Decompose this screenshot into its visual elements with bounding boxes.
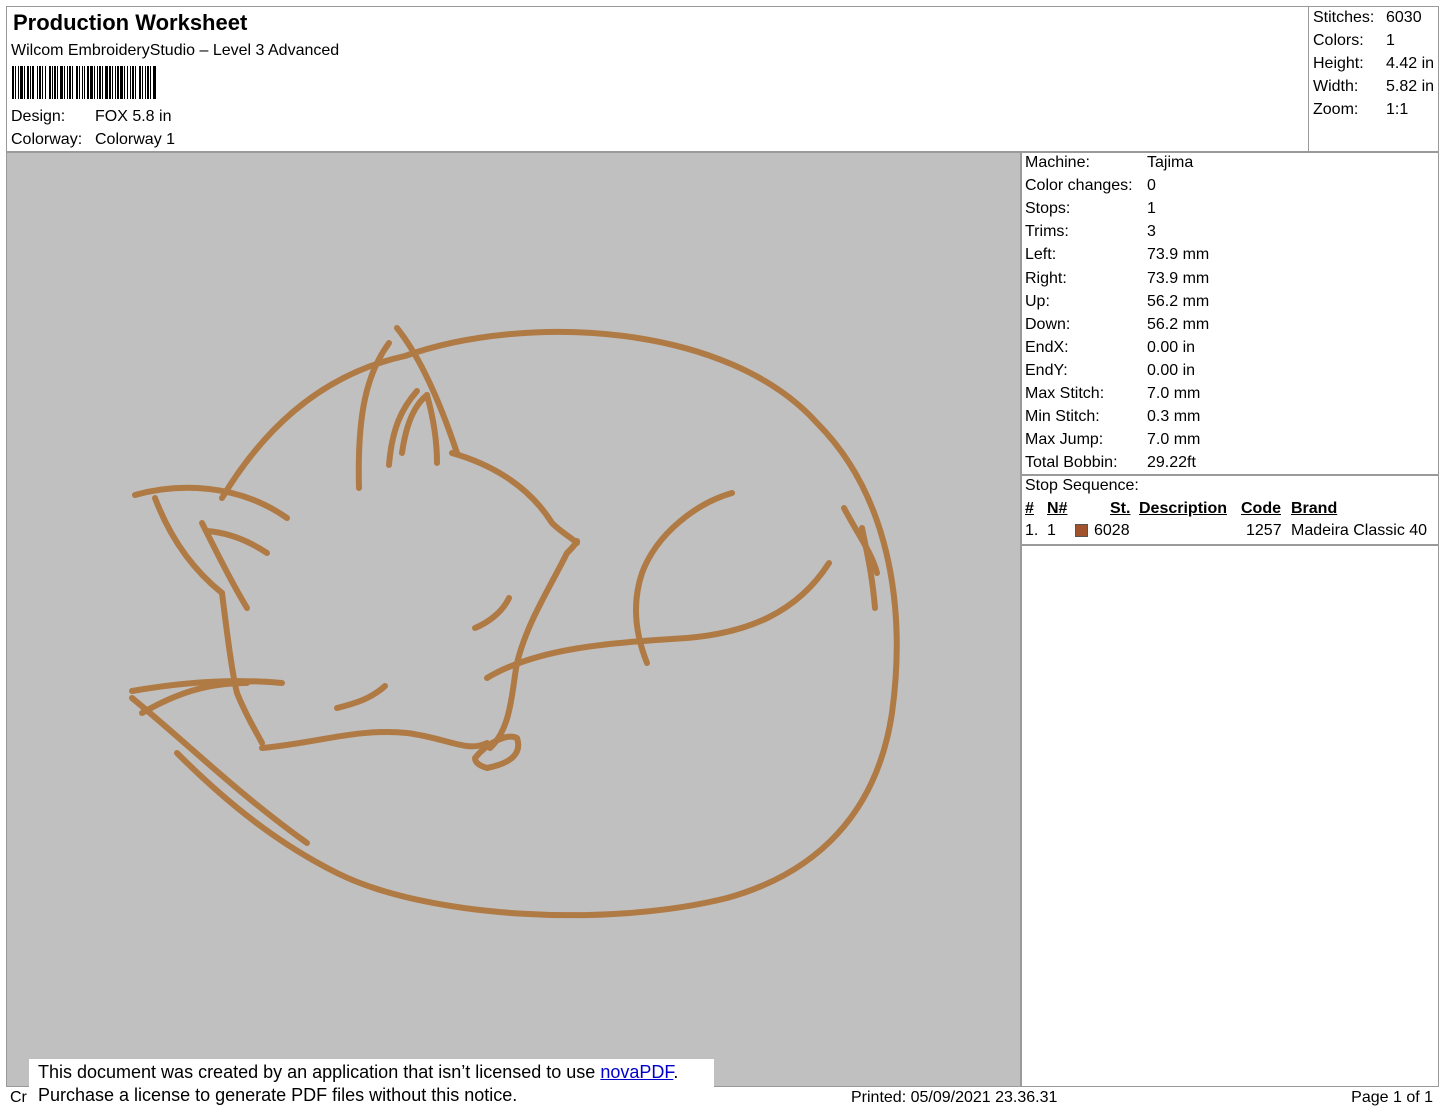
col-header-description: Description (1139, 500, 1228, 517)
stat-label: Total Bobbin: (1025, 454, 1118, 472)
footer-printed-date: Printed: 05/09/2021 23.36.31 (851, 1089, 1058, 1106)
stat-value: 7.0 mm (1147, 385, 1201, 402)
stop-row-st: 6028 (1094, 522, 1130, 539)
col-header-n: N# (1047, 500, 1068, 517)
stat-value: 29.22ft (1147, 454, 1196, 472)
stat-value: 0.00 in (1147, 338, 1196, 356)
footer-created: Cr (10, 1089, 27, 1106)
stat-label: Trims: (1025, 223, 1069, 241)
stat-value: 3 (1147, 223, 1156, 241)
col-header-code: Code (1241, 500, 1281, 517)
col-header-brand: Brand (1291, 500, 1338, 517)
col-header-st: St. (1110, 500, 1131, 517)
stat-label: EndX: (1025, 338, 1069, 356)
colorway-label: Colorway: (11, 131, 83, 148)
stop-row-brand: Madeira Classic 40 (1291, 522, 1428, 539)
license-notice: This document was created by an applicat… (29, 1059, 714, 1111)
barcode (12, 66, 156, 99)
page-title: Production Worksheet (13, 10, 248, 35)
stat-label: Machine: (1025, 154, 1090, 171)
stop-sequence: Stop Sequence: # N# St. Description Code… (1021, 475, 1439, 545)
stop-row-num: 1. (1025, 522, 1039, 539)
fox-embroidery-design (129, 325, 900, 919)
stat-label: Stops: (1025, 200, 1071, 218)
stat-label: EndY: (1025, 361, 1068, 379)
stat-value: 0.3 mm (1147, 408, 1201, 426)
design-value: FOX 5.8 in (95, 108, 172, 125)
stat-label: Min Stitch: (1025, 408, 1100, 426)
stat-label: Color changes: (1025, 177, 1133, 195)
stat-value: Tajima (1147, 154, 1194, 171)
stat-value: 56.2 mm (1147, 292, 1210, 310)
col-header-num: # (1025, 500, 1034, 517)
worksheet-header: Production Worksheet Wilcom EmbroiderySt… (6, 6, 1440, 153)
stat-value: 7.0 mm (1147, 431, 1201, 449)
colorway-value: Colorway 1 (95, 131, 176, 148)
stop-row-n: 1 (1047, 522, 1056, 539)
empty-panel (1021, 545, 1439, 1087)
machine-stats: Machine: Tajima Color changes: 0 Stops: 1 Trim… (1021, 152, 1439, 475)
design-summary: Stitches: 6030 Colors: 1 Height: 4.42 in… (1308, 7, 1440, 153)
stat-value: 73.9 mm (1147, 269, 1210, 287)
footer-page-number: Page 1 of 1 (1351, 1089, 1433, 1106)
stat-value: 73.9 mm (1147, 246, 1210, 264)
software-name: Wilcom EmbroideryStudio – Level 3 Advanc… (11, 42, 340, 59)
stat-label: Down: (1025, 315, 1071, 333)
stat-label: Max Stitch: (1025, 385, 1105, 402)
stat-label: Left: (1025, 246, 1057, 264)
stop-sequence-title: Stop Sequence: (1025, 477, 1139, 494)
design-preview (6, 152, 1021, 1087)
stat-value: 0.00 in (1147, 361, 1196, 379)
stat-value: 56.2 mm (1147, 315, 1210, 333)
thread-color-swatch (1075, 524, 1088, 537)
notice-line-1: This document was created by an applicat… (38, 1062, 679, 1082)
stop-row-code: 1257 (1246, 522, 1282, 539)
novapdf-link[interactable]: novaPDF (600, 1062, 673, 1082)
stat-value: 0 (1147, 177, 1156, 195)
notice-line-2: Purchase a license to generate PDF files… (38, 1085, 518, 1105)
stat-label: Up: (1025, 292, 1050, 310)
stat-value: 1 (1147, 200, 1156, 218)
stat-label: Max Jump: (1025, 431, 1104, 449)
design-label: Design: (11, 108, 66, 125)
stat-label: Right: (1025, 269, 1067, 287)
